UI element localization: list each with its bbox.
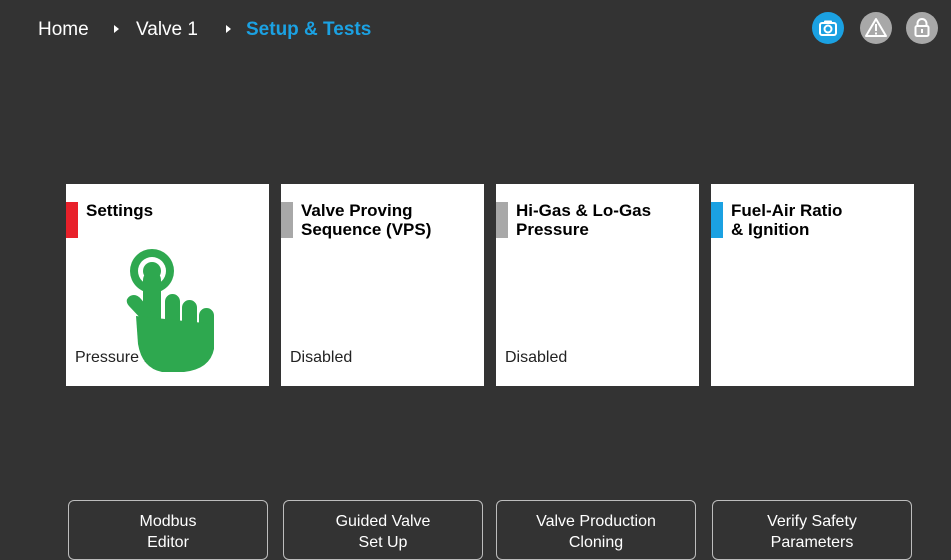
tile-title-line1: Settings — [86, 201, 154, 220]
valve-production-cloning-button[interactable]: Valve Production Cloning — [496, 500, 696, 560]
button-label-line1: Modbus — [139, 513, 197, 530]
tile-status: Pressure Module — [75, 349, 196, 366]
tile-status: Disabled — [290, 349, 353, 366]
guided-valve-setup-button[interactable]: Guided Valve Set Up — [283, 500, 483, 560]
tile-title: Settings — [86, 201, 262, 220]
tile-title: Hi-Gas & Lo-Gas Pressure — [516, 201, 692, 239]
tile-settings[interactable]: Settings Pressure Module — [66, 184, 269, 386]
header-bar: Home Valve 1 Setup & Tests — [0, 0, 951, 60]
breadcrumb-separator-icon — [226, 25, 231, 33]
tile-accent-bar — [66, 202, 78, 238]
tile-title: Valve Proving Sequence (VPS) — [301, 201, 477, 239]
tile-title: Fuel-Air Ratio & Ignition — [731, 201, 907, 239]
tile-accent-bar — [711, 202, 723, 238]
button-label-line1: Guided Valve — [335, 513, 431, 530]
button-label-line1: Verify Safety — [767, 513, 857, 530]
tile-title-line1: Fuel-Air Ratio — [731, 201, 843, 220]
tile-accent-bar — [281, 202, 293, 238]
tile-fuel-air-ratio-ignition[interactable]: Fuel-Air Ratio & Ignition — [711, 184, 914, 386]
tile-title-line1: Valve Proving — [301, 201, 413, 220]
button-label-line2: Cloning — [568, 534, 624, 551]
breadcrumb-separator-icon — [114, 25, 119, 33]
button-label-line2: Parameters — [770, 534, 854, 551]
button-label-line2: Editor — [147, 534, 189, 551]
tile-title-line2: & Ignition — [731, 220, 810, 239]
tile-status: Disabled — [505, 349, 568, 366]
lock-icon[interactable] — [906, 12, 938, 44]
verify-safety-parameters-button[interactable]: Verify Safety Parameters — [712, 500, 912, 560]
warning-icon[interactable] — [860, 12, 892, 44]
button-label-line2: Set Up — [358, 534, 408, 551]
breadcrumb-home[interactable]: Home — [38, 18, 89, 42]
button-label-line1: Valve Production — [536, 513, 656, 530]
camera-icon[interactable] — [812, 12, 844, 44]
breadcrumb-valve-1[interactable]: Valve 1 — [136, 18, 198, 42]
tile-title-line2: Sequence (VPS) — [301, 220, 432, 239]
breadcrumb-current-page: Setup & Tests — [246, 19, 372, 40]
tile-valve-proving-sequence[interactable]: Valve Proving Sequence (VPS) Disabled — [281, 184, 484, 386]
tile-title-line1: Hi-Gas & Lo-Gas — [516, 201, 652, 220]
modbus-editor-button[interactable]: Modbus Editor — [68, 500, 268, 560]
tile-title-line2: Pressure — [516, 220, 589, 239]
tile-hi-lo-gas-pressure[interactable]: Hi-Gas & Lo-Gas Pressure Disabled — [496, 184, 699, 386]
tile-accent-bar — [496, 202, 508, 238]
